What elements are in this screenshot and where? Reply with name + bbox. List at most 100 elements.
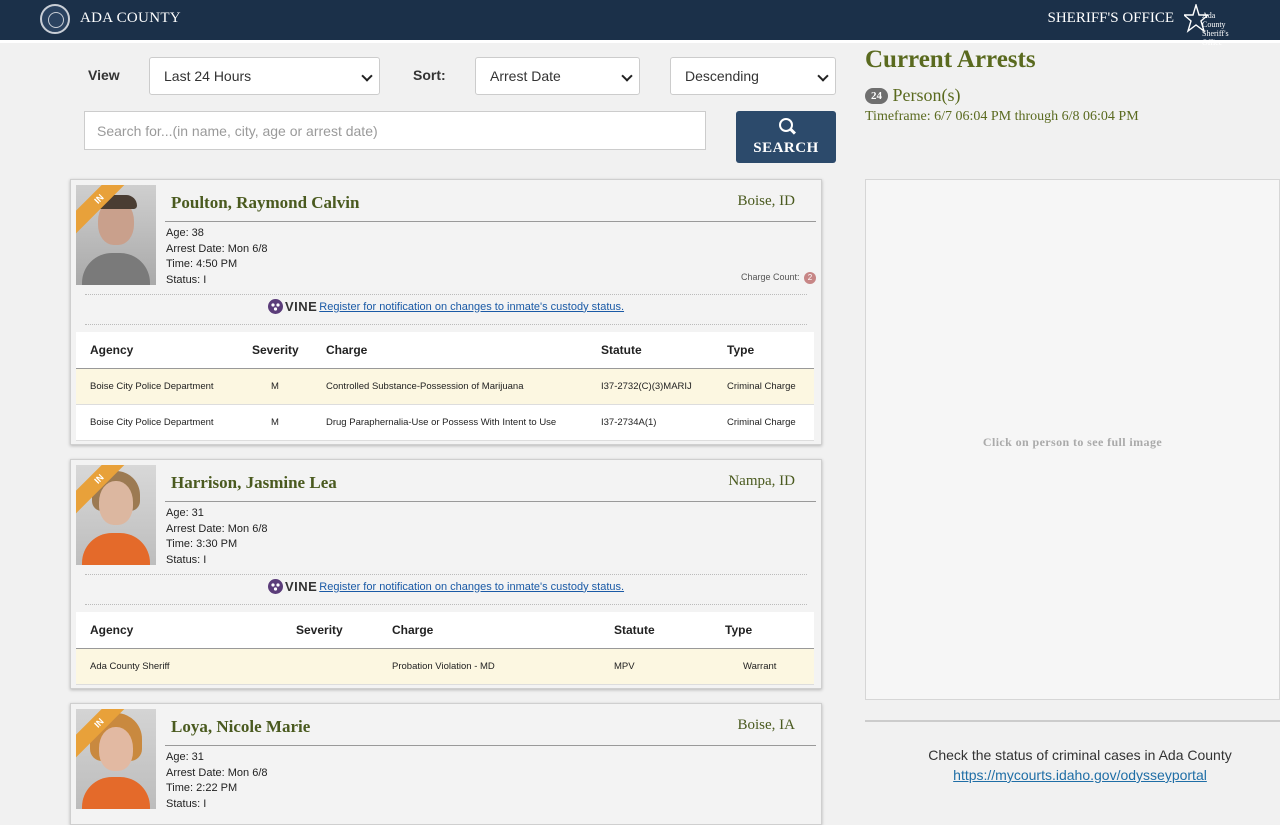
col-statute: Statute [614, 612, 725, 649]
search-button-label: SEARCH [753, 140, 819, 156]
charges-table-header: Agency Severity Charge Statute Type [76, 612, 814, 649]
search-icon [779, 118, 793, 132]
inmate-name[interactable]: Poulton, Raymond Calvin [171, 193, 359, 213]
col-agency: Agency [76, 612, 296, 649]
col-charge: Charge [392, 612, 614, 649]
divider [165, 221, 816, 222]
office-title: SHERIFF'S OFFICE [1047, 10, 1175, 26]
inmate-time: Time: 3:30 PM [166, 538, 238, 551]
inmate-arrest-date: Arrest Date: Mon 6/8 [166, 522, 268, 535]
vine-logo-icon [267, 579, 283, 594]
search-input[interactable] [84, 111, 706, 150]
inmate-name[interactable]: Harrison, Jasmine Lea [171, 473, 337, 493]
cell-severity: M [252, 404, 326, 441]
inmate-details: Age: 31 Arrest Date: Mon 6/8 Time: 2:22 … [166, 750, 268, 813]
divider [165, 501, 816, 502]
cell-charge: Probation Violation - MD [392, 648, 614, 685]
dotted-divider [85, 324, 807, 325]
divider [165, 745, 816, 746]
cell-agency: Boise City Police Department [76, 404, 252, 441]
inmate-city: Boise, ID [737, 193, 796, 209]
cell-type: Criminal Charge [727, 404, 814, 441]
charges-table-header: Agency Severity Charge Statute Type [76, 332, 814, 369]
county-seal-icon[interactable] [40, 4, 70, 34]
inmate-details: Age: 31 Arrest Date: Mon 6/8 Time: 3:30 … [166, 506, 268, 569]
chevron-down-icon [621, 70, 633, 82]
chevron-down-icon [817, 70, 829, 82]
courts-info: Check the status of criminal cases in Ad… [865, 745, 1280, 785]
col-severity: Severity [252, 332, 326, 369]
mugshot-photo[interactable]: IN [76, 465, 156, 565]
person-count-badge: 24 [865, 88, 888, 104]
cell-agency: Ada County Sheriff [76, 648, 296, 685]
col-type: Type [725, 612, 814, 649]
viewer-hint: Click on person to see full image [982, 435, 1163, 449]
order-select[interactable]: Descending [670, 57, 836, 95]
col-charge: Charge [326, 332, 601, 369]
search-button[interactable]: SEARCH [736, 111, 836, 163]
person-count: 24 Person(s) [865, 85, 961, 106]
charge-count: Charge Count: 2 [741, 272, 816, 284]
charge-count-label: Charge Count: [740, 272, 800, 282]
inmate-age: Age: 38 [166, 227, 204, 239]
chevron-down-icon [361, 70, 373, 82]
person-count-label: Person(s) [892, 85, 961, 105]
logo-text-line2: Sheriff's Office [1202, 29, 1229, 47]
charge-count-badge: 2 [804, 272, 816, 284]
inmate-status: Status: I [166, 554, 207, 567]
sort-label: Sort: [413, 67, 446, 83]
col-severity: Severity [296, 612, 392, 649]
sheriff-star-logo-icon[interactable]: Ada CountySheriff's Office [1184, 3, 1240, 47]
courts-link[interactable]: https://mycourts.idaho.gov/odysseyportal [953, 767, 1207, 783]
col-agency: Agency [76, 332, 252, 369]
sort-select[interactable]: Arrest Date [475, 57, 640, 95]
dotted-divider [85, 574, 807, 575]
inmate-time: Time: 4:50 PM [166, 258, 238, 271]
cell-severity: M [252, 368, 326, 405]
dotted-divider [85, 604, 807, 605]
inmate-status: Status: I [166, 274, 207, 287]
mugshot-photo[interactable]: IN [76, 709, 156, 809]
vine-notification: VINE Register for notification on changes… [71, 579, 821, 594]
cell-charge: Controlled Substance-Possession of Marij… [326, 368, 601, 405]
cell-type: Criminal Charge [727, 368, 814, 405]
inmate-city: Nampa, ID [728, 473, 795, 489]
courts-text: Check the status of criminal cases in Ad… [928, 747, 1232, 763]
inmate-card[interactable]: IN Harrison, Jasmine Lea Nampa, ID Age: … [70, 459, 822, 689]
page-title: Current Arrests [865, 46, 1036, 73]
inmate-card[interactable]: IN Poulton, Raymond Calvin Boise, ID Age… [70, 179, 822, 445]
cell-charge: Drug Paraphernalia-Use or Possess With I… [326, 404, 601, 441]
header-divider [0, 40, 1280, 43]
inmate-status: Status: I [166, 798, 207, 811]
cell-statute: I37-2732(C)(3)MARIJ [601, 368, 727, 405]
brand-title[interactable]: ADA COUNTY [80, 10, 181, 27]
dotted-divider [85, 294, 807, 295]
inmate-details: Age: 38 Arrest Date: Mon 6/8 Time: 4:50 … [166, 226, 268, 289]
inmate-name[interactable]: Loya, Nicole Marie [171, 717, 310, 737]
inmate-age: Age: 31 [166, 751, 204, 763]
cell-severity [296, 648, 392, 685]
view-label: View [88, 67, 120, 83]
timeframe: Timeframe: 6/7 06:04 PM through 6/8 06:0… [865, 109, 1139, 124]
logo-text-line1: Ada County [1202, 11, 1226, 29]
vine-register-link[interactable]: Register for notification on changes to … [319, 301, 624, 313]
charges-table: Agency Severity Charge Statute Type Bois… [76, 332, 814, 441]
inmate-card[interactable]: IN Loya, Nicole Marie Boise, IA Age: 31 … [70, 703, 822, 825]
table-row: Boise City Police Department M Controlle… [76, 368, 814, 405]
vine-register-link[interactable]: Register for notification on changes to … [319, 581, 624, 593]
image-viewer: Click on person to see full image [865, 179, 1280, 700]
mugshot-photo[interactable]: IN [76, 185, 156, 285]
top-bar: ADA COUNTY SHERIFF'S OFFICE Ada County Sh… [0, 0, 1280, 47]
inmate-arrest-date: Arrest Date: Mon 6/8 [166, 766, 268, 779]
view-select[interactable]: Last 24 Hours [149, 57, 380, 95]
cell-type: Warrant [725, 648, 814, 685]
right-divider [865, 720, 1280, 722]
col-type: Type [727, 332, 814, 369]
vine-logo-icon [267, 299, 283, 314]
vine-notification: VINE Register for notification on changes… [71, 299, 821, 314]
view-select-value: Last 24 Hours [164, 68, 252, 84]
inmate-time: Time: 2:22 PM [166, 782, 238, 795]
cell-statute: MPV [614, 648, 725, 685]
table-row: Ada County Sheriff Probation Violation -… [76, 648, 814, 685]
inmate-age: Age: 31 [166, 507, 204, 519]
